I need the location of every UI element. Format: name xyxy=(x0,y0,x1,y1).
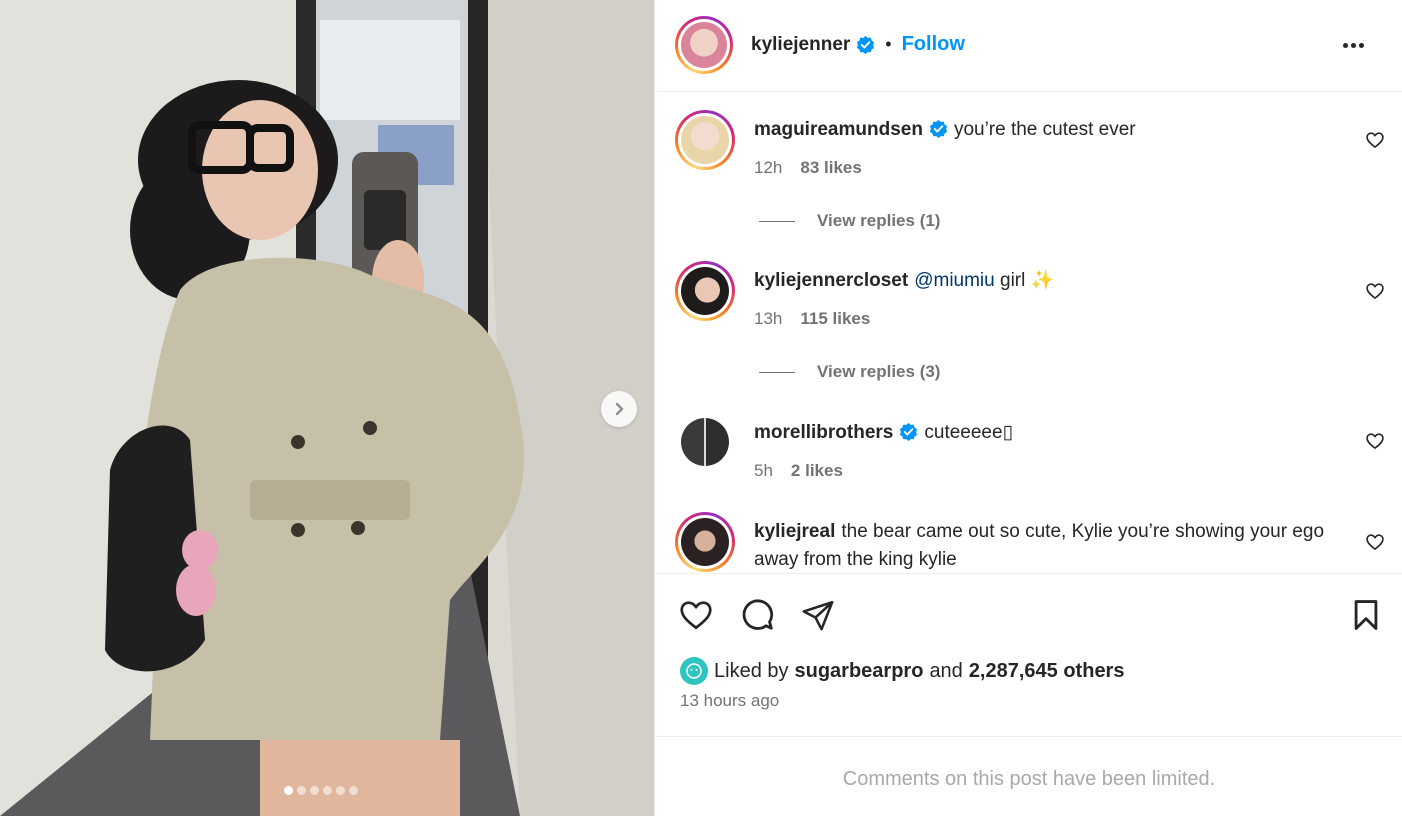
post-timestamp[interactable]: 13 hours ago xyxy=(680,691,779,711)
more-dot-icon xyxy=(1358,42,1364,48)
more-dot-icon xyxy=(1342,42,1348,48)
view-replies-button[interactable]: View replies (3) xyxy=(759,362,940,382)
bookmark-icon xyxy=(1354,600,1378,630)
comment-mention[interactable]: @miumiu xyxy=(914,270,995,291)
liked-by-prefix: Liked by xyxy=(714,659,789,682)
carousel-dot xyxy=(323,786,332,795)
replies-divider xyxy=(759,371,795,373)
view-replies-button[interactable]: View replies (1) xyxy=(759,211,940,231)
comment-text: maguireamundsen you’re the cutest ever xyxy=(754,116,1344,144)
carousel-dot xyxy=(336,786,345,795)
replies-divider xyxy=(759,220,795,222)
liked-by-summary: Liked by sugarbearpro and 2,287,645 othe… xyxy=(680,657,1124,685)
sugarbear-logo-icon xyxy=(686,663,702,679)
share-button[interactable] xyxy=(799,596,837,634)
post-photo xyxy=(0,0,654,816)
carousel-dot xyxy=(310,786,319,795)
comment-likes[interactable]: 115 likes xyxy=(800,309,870,329)
header-separator: • xyxy=(885,34,892,54)
liked-by-user[interactable]: sugarbearpro xyxy=(795,660,924,683)
next-slide-button[interactable] xyxy=(601,391,637,427)
more-dot-icon xyxy=(1350,42,1356,48)
comment-text: kyliejennercloset @miumiu girl ✨ xyxy=(754,267,1344,295)
heart-outline-icon xyxy=(680,601,712,630)
comments-list[interactable]: maguireamundsen you’re the cutest ever 12… xyxy=(655,93,1402,573)
carousel-dot xyxy=(297,786,306,795)
commenter-avatar[interactable] xyxy=(681,418,729,466)
commenter-username[interactable]: morellibrothers xyxy=(754,422,893,443)
comment-meta: 5h 2 likes xyxy=(754,461,843,481)
comment-text: kyliejreal the bear came out so cute, Kyl… xyxy=(754,518,1344,573)
view-replies-label: View replies (3) xyxy=(817,362,941,381)
comment-meta: 12h 83 likes xyxy=(754,158,862,178)
commenter-avatar[interactable] xyxy=(675,110,735,170)
comment-bubble-icon xyxy=(742,599,774,630)
post-side-panel: kyliejenner • Follow maguireamundsen you’… xyxy=(654,0,1402,816)
view-replies-label: View replies (1) xyxy=(817,211,941,230)
follow-button[interactable]: Follow xyxy=(902,33,965,56)
author-username[interactable]: kyliejenner xyxy=(751,34,850,56)
comment-button[interactable] xyxy=(738,596,776,634)
carousel-dot xyxy=(349,786,358,795)
chevron-right-icon xyxy=(615,402,624,416)
comment-text: morellibrothers cuteeeee▯ xyxy=(754,419,1344,447)
post-media[interactable] xyxy=(0,0,654,816)
comment-body: you’re the cutest ever xyxy=(953,119,1136,140)
comment-meta: 13h 115 likes xyxy=(754,309,870,329)
liked-by-others[interactable]: 2,287,645 others xyxy=(969,660,1125,683)
comment-likes[interactable]: 2 likes xyxy=(791,461,843,481)
heart-outline-icon[interactable] xyxy=(1365,431,1385,451)
comments-limited-notice: Comments on this post have been limited. xyxy=(842,768,1216,790)
comment-likes[interactable]: 83 likes xyxy=(800,158,861,178)
commenter-username[interactable]: kyliejennercloset xyxy=(754,270,908,291)
comment-body: cuteeeee▯ xyxy=(924,422,1014,443)
comment-time: 5h xyxy=(754,461,773,480)
commenter-avatar[interactable] xyxy=(675,512,735,572)
verified-badge-icon xyxy=(900,422,918,441)
heart-outline-icon[interactable] xyxy=(1365,281,1385,301)
carousel-dot xyxy=(284,786,293,795)
comment-time: 12h xyxy=(754,158,783,177)
heart-outline-icon[interactable] xyxy=(1365,130,1385,150)
comment-body: girl ✨ xyxy=(1000,270,1055,291)
verified-badge-icon xyxy=(857,35,875,54)
carousel-indicator xyxy=(284,786,358,795)
paper-plane-icon xyxy=(802,600,834,631)
liker-avatar[interactable] xyxy=(680,657,708,685)
commenter-avatar[interactable] xyxy=(675,261,735,321)
heart-outline-icon[interactable] xyxy=(1365,532,1385,552)
post-actions: Liked by sugarbearpro and 2,287,645 othe… xyxy=(655,573,1402,737)
commenter-username[interactable]: kyliejreal xyxy=(754,521,835,542)
verified-badge-icon xyxy=(929,119,947,138)
like-button[interactable] xyxy=(677,596,715,634)
liked-by-conj: and xyxy=(929,659,963,682)
commenter-username[interactable]: maguireamundsen xyxy=(754,119,923,140)
post-header: kyliejenner • Follow xyxy=(655,0,1402,92)
comment-body: the bear came out so cute, Kylie you’re … xyxy=(754,521,1325,570)
more-options-button[interactable] xyxy=(1339,33,1367,57)
author-avatar[interactable] xyxy=(675,16,733,74)
comment-time: 13h xyxy=(754,309,783,328)
save-button[interactable] xyxy=(1347,596,1385,634)
